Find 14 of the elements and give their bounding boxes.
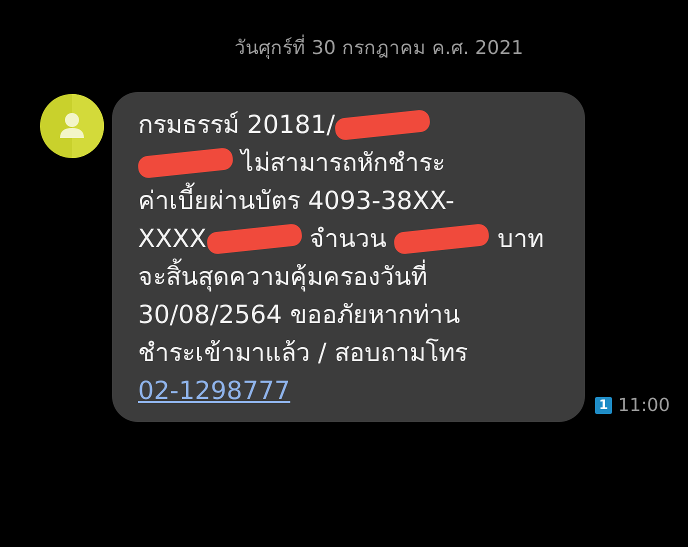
sim-badge: 1 xyxy=(595,397,612,414)
message-text: XXXX xyxy=(138,223,207,255)
phone-link[interactable]: 02-1298777 xyxy=(138,372,290,410)
message-text: จะสิ้นสุดความคุ้มครองวันที่ xyxy=(138,258,427,296)
message-text: กรมธรรม์ 20181/ xyxy=(138,109,335,141)
message-text: ไม่สามารถหักชำระ xyxy=(238,147,445,179)
contact-avatar-icon[interactable] xyxy=(40,94,104,158)
message-text: บาท xyxy=(496,223,544,255)
message-text: ชำระเข้ามาแล้ว / สอบถามโทร xyxy=(138,337,468,369)
message-time: 11:00 xyxy=(618,395,670,416)
message-text: 30/08/2564 ขออภัยหากท่าน xyxy=(138,299,460,331)
date-header: วันศุกร์ที่ 30 กรกฎาคม ค.ศ. 2021 xyxy=(0,32,688,62)
message-text: จำนวน xyxy=(308,223,388,255)
message-text: ค่าเบี้ยผ่านบัตร 4093-38XX- xyxy=(138,182,454,220)
